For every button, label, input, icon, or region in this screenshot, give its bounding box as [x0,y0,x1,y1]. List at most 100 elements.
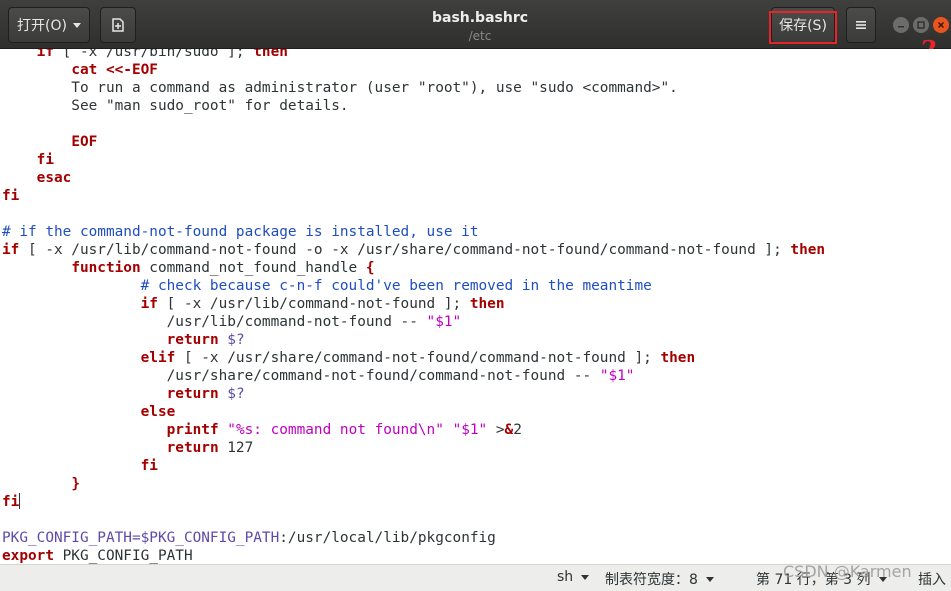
code-line[interactable]: # if the command-not-found package is in… [2,223,825,241]
tab-width-label: 制表符宽度：8 [605,572,698,588]
document-title: bash.bashrc [431,10,529,26]
code-token: "%s: command not found\n" [227,422,444,438]
code-token: # if the command-not-found package is in… [2,224,479,240]
code-token: <<-EOF [105,62,158,78]
code-token: export [2,548,54,564]
code-token: then [790,242,826,258]
code-line[interactable]: fi [2,187,825,205]
code-token: See "man sudo_root" for details. [2,98,349,114]
code-token: "$1" [452,422,488,438]
code-token: elif [140,350,176,366]
code-token: [ -x /usr/lib/command-not-found -o -x /u… [19,242,791,258]
code-token: /usr/lib/command-not-found -- [2,314,427,330]
window-maximize-button[interactable] [913,17,929,33]
open-button-label: 打开(O) [17,18,67,34]
code-line[interactable]: return $? [2,331,825,349]
code-token: > [487,422,505,438]
code-line[interactable]: To run a command as administrator (user … [2,79,825,97]
text-cursor [19,493,21,509]
code-token: then [253,49,288,60]
hamburger-menu-icon [856,21,866,29]
code-token: printf [166,422,219,438]
code-token: To run a command as administrator (user … [2,80,678,96]
code-line[interactable]: if [ -x /usr/lib/command-not-found ]; th… [2,295,825,313]
header-bar: 打开(O) bash.bashrc /etc 保存(S) [0,0,951,49]
code-line[interactable]: fi [2,493,825,511]
document-path: /etc [468,29,492,43]
language-label: sh [557,569,574,585]
code-token: fi [2,188,20,204]
code-line[interactable]: if [ -x /usr/bin/sudo ]; then [2,49,825,61]
code-token: else [140,404,176,420]
code-line[interactable]: PKG_CONFIG_PATH=$PKG_CONFIG_PATH:/usr/lo… [2,529,825,547]
code-line[interactable] [2,205,825,223]
code-token: # check because c-n-f could've been remo… [140,278,652,294]
code-token: if [2,242,20,258]
code-line[interactable]: return $? [2,385,825,403]
code-line[interactable]: } [2,475,825,493]
code-token: function [71,260,141,276]
window-minimize-button[interactable] [893,17,909,33]
code-token: EOF [71,134,98,150]
code-line[interactable]: else [2,403,825,421]
code-line[interactable]: function command_not_found_handle { [2,259,825,277]
cursor-position[interactable]: 第 71 行，第 3 列 [756,569,887,589]
window-close-icon [937,21,945,29]
code-line[interactable]: /usr/share/command-not-found/command-not… [2,367,825,385]
code-line[interactable] [2,511,825,529]
code-token: [ -x /usr/lib/command-not-found ]; [157,296,470,312]
window-minimize-icon [898,26,904,28]
code-line[interactable]: printf "%s: command not found\n" "$1" >&… [2,421,825,439]
code-line[interactable]: fi [2,457,825,475]
code-line[interactable]: elif [ -x /usr/share/command-not-found/c… [2,349,825,367]
code-token: if [140,296,158,312]
code-line[interactable]: See "man sudo_root" for details. [2,97,825,115]
code-token: return [166,440,219,456]
text-editor-area[interactable]: if [ -x /usr/bin/sudo ]; then cat <<-EOF… [0,49,951,564]
code-token: [ -x /usr/share/command-not-found/comman… [175,350,661,366]
code-token: return [166,386,219,402]
code-token: & [504,422,514,438]
code-line[interactable]: esac [2,169,825,187]
code-line[interactable]: cat <<-EOF [2,61,825,79]
new-document-icon [112,18,124,32]
code-line[interactable]: /usr/lib/command-not-found -- "$1" [2,313,825,331]
code-line[interactable]: fi [2,151,825,169]
code-line[interactable]: EOF [2,133,825,151]
tab-width-selector[interactable]: 制表符宽度：8 [605,569,714,589]
code-token: then [469,296,505,312]
code-token: $? [227,332,245,348]
code-content[interactable]: if [ -x /usr/bin/sudo ]; then cat <<-EOF… [2,49,825,564]
code-token: PKG_CONFIG_PATH [53,548,193,564]
code-line[interactable]: if [ -x /usr/lib/command-not-found -o -x… [2,241,825,259]
code-line[interactable]: return 127 [2,439,825,457]
code-token: } [71,476,80,492]
new-document-button[interactable] [100,7,136,43]
open-button[interactable]: 打开(O) [8,7,90,43]
window-close-button[interactable] [933,17,949,33]
language-selector[interactable]: sh [557,569,590,585]
cursor-position-label: 第 71 行，第 3 列 [756,572,871,588]
code-line[interactable]: # check because c-n-f could've been remo… [2,277,825,295]
code-line[interactable]: export PKG_CONFIG_PATH [2,547,825,564]
code-line[interactable] [2,115,825,133]
status-bar: sh 制表符宽度：8 第 71 行，第 3 列 插入 [0,564,951,591]
code-token: $? [227,386,245,402]
hamburger-menu-button[interactable] [846,7,876,43]
save-button[interactable]: 保存(S) [771,7,835,43]
code-token: PKG_CONFIG_PATH=$PKG_CONFIG_PATH [2,530,280,546]
